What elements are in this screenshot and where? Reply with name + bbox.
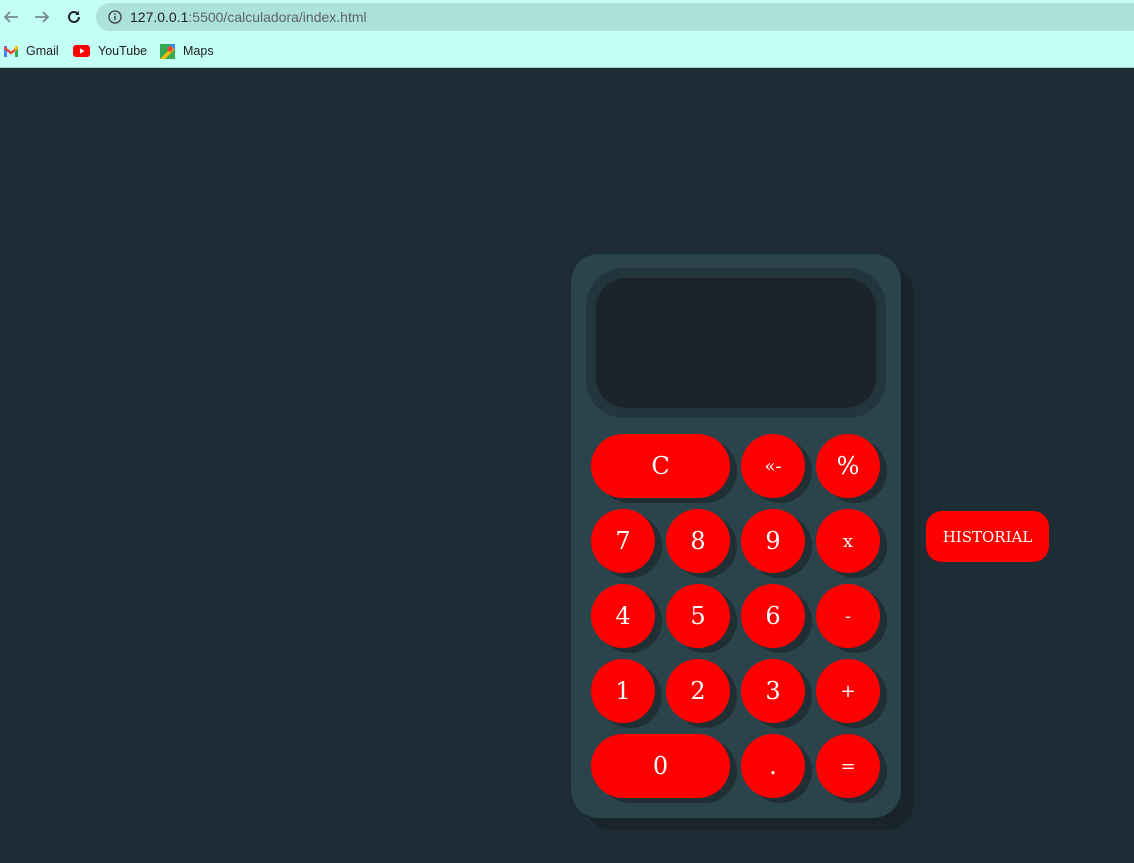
bookmark-label: YouTube [98, 44, 148, 58]
equals-button[interactable]: = [816, 734, 880, 798]
digit-2-button[interactable]: 2 [666, 659, 730, 723]
gmail-icon [4, 45, 18, 57]
digit-3-button[interactable]: 3 [741, 659, 805, 723]
percent-button[interactable]: % [816, 434, 880, 498]
address-bar[interactable]: 127.0.0.1:5500/calculadora/index.html [96, 3, 1134, 31]
reload-icon [68, 10, 80, 23]
browser-toolbar: 127.0.0.1:5500/calculadora/index.html [0, 0, 1134, 34]
plus-button[interactable]: + [816, 659, 880, 723]
reload-button[interactable] [63, 6, 85, 28]
historial-button[interactable]: HISTORIAL [926, 511, 1049, 562]
forward-button[interactable] [31, 6, 53, 28]
bookmarks-bar: Gmail YouTube Maps [0, 34, 1134, 68]
url-path: :5500/calculadora/index.html [188, 9, 367, 25]
calculator-display [596, 278, 876, 408]
digit-6-button[interactable]: 6 [741, 584, 805, 648]
digit-0-button[interactable]: 0 [591, 734, 730, 798]
bookmark-label: Gmail [26, 44, 59, 58]
digit-8-button[interactable]: 8 [666, 509, 730, 573]
digit-4-button[interactable]: 4 [591, 584, 655, 648]
url-host: 127.0.0.1 [130, 9, 189, 25]
display-frame [586, 268, 886, 418]
backspace-button[interactable]: «- [741, 434, 805, 498]
calculator: C «- % 7 8 9 x 4 5 6 - 1 2 3 + 0 . = [571, 254, 901, 818]
digit-5-button[interactable]: 5 [666, 584, 730, 648]
bookmark-maps[interactable]: Maps [160, 41, 214, 61]
digit-1-button[interactable]: 1 [591, 659, 655, 723]
multiply-button[interactable]: x [816, 509, 880, 573]
minus-button[interactable]: - [816, 584, 880, 648]
forward-arrow-icon [35, 11, 50, 23]
clear-button[interactable]: C [591, 434, 730, 498]
back-arrow-icon [3, 11, 18, 23]
youtube-icon [73, 45, 90, 57]
digit-9-button[interactable]: 9 [741, 509, 805, 573]
back-button[interactable] [0, 6, 22, 28]
bookmark-label: Maps [183, 44, 214, 58]
bookmark-gmail[interactable]: Gmail [4, 41, 59, 61]
maps-icon [160, 43, 175, 59]
bookmark-youtube[interactable]: YouTube [73, 41, 147, 61]
digit-7-button[interactable]: 7 [591, 509, 655, 573]
url-text: 127.0.0.1:5500/calculadora/index.html [130, 9, 367, 25]
info-icon [108, 10, 122, 24]
decimal-point-button[interactable]: . [741, 734, 805, 798]
